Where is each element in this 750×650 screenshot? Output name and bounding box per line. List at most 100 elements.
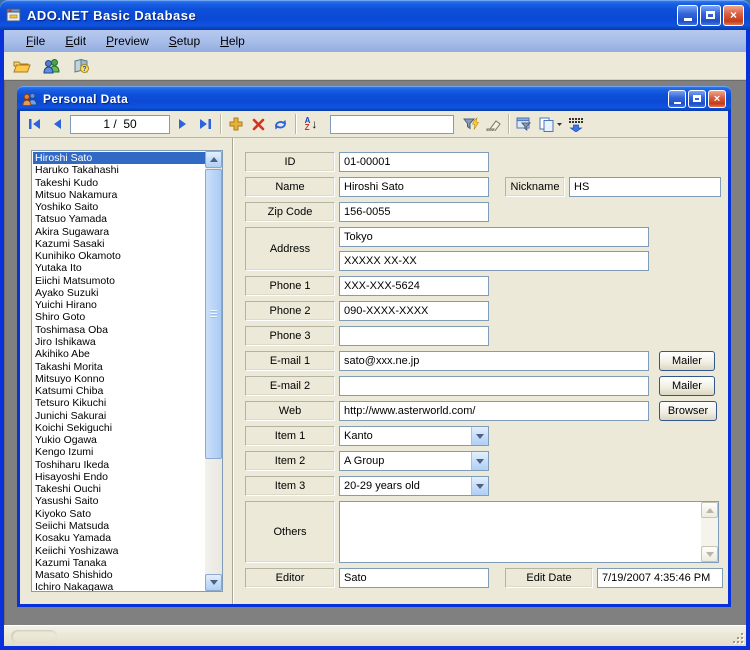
record-counter[interactable] <box>70 115 170 134</box>
list-item[interactable]: Yuichi Hirano <box>33 299 205 311</box>
web-field[interactable] <box>339 401 649 421</box>
clear-filter-button[interactable] <box>482 113 504 135</box>
email1-field[interactable] <box>339 351 649 371</box>
item2-dropdown-button[interactable] <box>471 452 488 470</box>
child-titlebar[interactable]: Personal Data × <box>17 86 731 111</box>
list-item[interactable]: Jiro Ishikawa <box>33 336 205 348</box>
contacts-button[interactable] <box>40 54 64 78</box>
list-item[interactable]: Toshiharu Ikeda <box>33 459 205 471</box>
close-button[interactable]: × <box>723 5 744 26</box>
item1-select[interactable]: Kanto <box>339 426 489 446</box>
list-item[interactable]: Eiichi Matsumoto <box>33 275 205 287</box>
phone3-field[interactable] <box>339 326 489 346</box>
main-titlebar[interactable]: ADO.NET Basic Database × <box>0 0 750 30</box>
list-item[interactable]: Yasushi Saito <box>33 495 205 507</box>
list-item[interactable]: Hiroshi Sato <box>33 152 205 164</box>
item1-dropdown-button[interactable] <box>471 427 488 445</box>
list-item[interactable]: Mitsuyo Konno <box>33 373 205 385</box>
address-line1-field[interactable] <box>339 227 649 247</box>
scroll-up-button[interactable] <box>205 151 222 168</box>
list-item[interactable]: Keiichi Yoshizawa <box>33 545 205 557</box>
editor-field[interactable] <box>339 568 489 588</box>
mailer2-button[interactable]: Mailer <box>659 376 715 396</box>
mailer1-button[interactable]: Mailer <box>659 351 715 371</box>
list-item[interactable]: Junichi Sakurai <box>33 410 205 422</box>
previous-record-button[interactable] <box>46 113 68 135</box>
open-folder-button[interactable] <box>10 54 34 78</box>
list-item[interactable]: Akira Sugawara <box>33 226 205 238</box>
menu-item-file[interactable]: File <box>16 31 55 51</box>
phone2-label: Phone 2 <box>245 301 335 321</box>
menu-item-setup[interactable]: Setup <box>159 31 210 51</box>
list-item[interactable]: Katsumi Chiba <box>33 385 205 397</box>
grid-export-button[interactable] <box>565 113 587 135</box>
zip-code-field[interactable] <box>339 202 489 222</box>
sort-button[interactable]: A Z ↓ <box>300 113 322 135</box>
list-item[interactable]: Hisayoshi Endo <box>33 471 205 483</box>
delete-record-button[interactable] <box>247 113 269 135</box>
list-item[interactable]: Toshimasa Oba <box>33 324 205 336</box>
list-item[interactable]: Kunihiko Okamoto <box>33 250 205 262</box>
search-input[interactable] <box>330 115 454 134</box>
list-item[interactable]: Kazumi Tanaka <box>33 557 205 569</box>
id-field[interactable] <box>339 152 489 172</box>
edit-date-field[interactable] <box>597 568 723 588</box>
list-item[interactable]: Yukio Ogawa <box>33 434 205 446</box>
menu-item-help[interactable]: Help <box>210 31 255 51</box>
email2-field[interactable] <box>339 376 649 396</box>
list-item[interactable]: Tatsuo Yamada <box>33 213 205 225</box>
list-scrollbar[interactable] <box>205 151 222 591</box>
name-field[interactable] <box>339 177 489 197</box>
menu-item-edit[interactable]: Edit <box>55 31 96 51</box>
scroll-down-button[interactable] <box>205 574 222 591</box>
list-item[interactable]: Yutaka Ito <box>33 262 205 274</box>
child-close-button[interactable]: × <box>708 90 726 108</box>
address-line2-field[interactable] <box>339 251 649 271</box>
list-item[interactable]: Yoshiko Saito <box>33 201 205 213</box>
child-maximize-button[interactable] <box>688 90 706 108</box>
refresh-button[interactable] <box>269 113 291 135</box>
maximize-button[interactable] <box>700 5 721 26</box>
phone2-field[interactable] <box>339 301 489 321</box>
filter-button[interactable] <box>460 113 482 135</box>
add-record-button[interactable] <box>225 113 247 135</box>
list-item[interactable]: Takashi Morita <box>33 361 205 373</box>
nickname-field[interactable] <box>569 177 721 197</box>
first-record-button[interactable] <box>24 113 46 135</box>
browser-button[interactable]: Browser <box>659 401 717 421</box>
list-item[interactable]: Kosaku Yamada <box>33 532 205 544</box>
scroll-thumb[interactable] <box>205 169 222 459</box>
others-field[interactable] <box>340 502 701 562</box>
email1-label: E-mail 1 <box>245 351 335 371</box>
menu-item-preview[interactable]: Preview <box>96 31 159 51</box>
list-item[interactable]: Ayako Suzuki <box>33 287 205 299</box>
list-item[interactable]: Koichi Sekiguchi <box>33 422 205 434</box>
list-item[interactable]: Masato Shishido <box>33 569 205 581</box>
minimize-button[interactable] <box>677 5 698 26</box>
list-item[interactable]: Shiro Goto <box>33 311 205 323</box>
last-record-button[interactable] <box>194 113 216 135</box>
list-item[interactable]: Haruko Takahashi <box>33 164 205 176</box>
list-item[interactable]: Akihiko Abe <box>33 348 205 360</box>
list-item[interactable]: Kiyoko Sato <box>33 508 205 520</box>
resize-grip[interactable] <box>732 632 744 644</box>
copy-button[interactable] <box>535 113 565 135</box>
filter-form-button[interactable] <box>513 113 535 135</box>
list-item[interactable]: Tetsuro Kikuchi <box>33 397 205 409</box>
item3-select[interactable]: 20-29 years old <box>339 476 489 496</box>
list-item[interactable]: Ichiro Nakagawa <box>33 581 205 591</box>
list-item[interactable]: Takeshi Kudo <box>33 177 205 189</box>
refresh-icon <box>273 118 288 131</box>
help-button[interactable]: ? <box>70 54 94 78</box>
list-item[interactable]: Takeshi Ouchi <box>33 483 205 495</box>
list-item[interactable]: Mitsuo Nakamura <box>33 189 205 201</box>
child-minimize-button[interactable] <box>668 90 686 108</box>
list-item[interactable]: Kazumi Sasaki <box>33 238 205 250</box>
phone1-field[interactable] <box>339 276 489 296</box>
list-item[interactable]: Seiichi Matsuda <box>33 520 205 532</box>
item2-select[interactable]: A Group <box>339 451 489 471</box>
next-record-button[interactable] <box>172 113 194 135</box>
list-item[interactable]: Kengo Izumi <box>33 446 205 458</box>
help-book-icon: ? <box>73 58 91 74</box>
item3-dropdown-button[interactable] <box>471 477 488 495</box>
